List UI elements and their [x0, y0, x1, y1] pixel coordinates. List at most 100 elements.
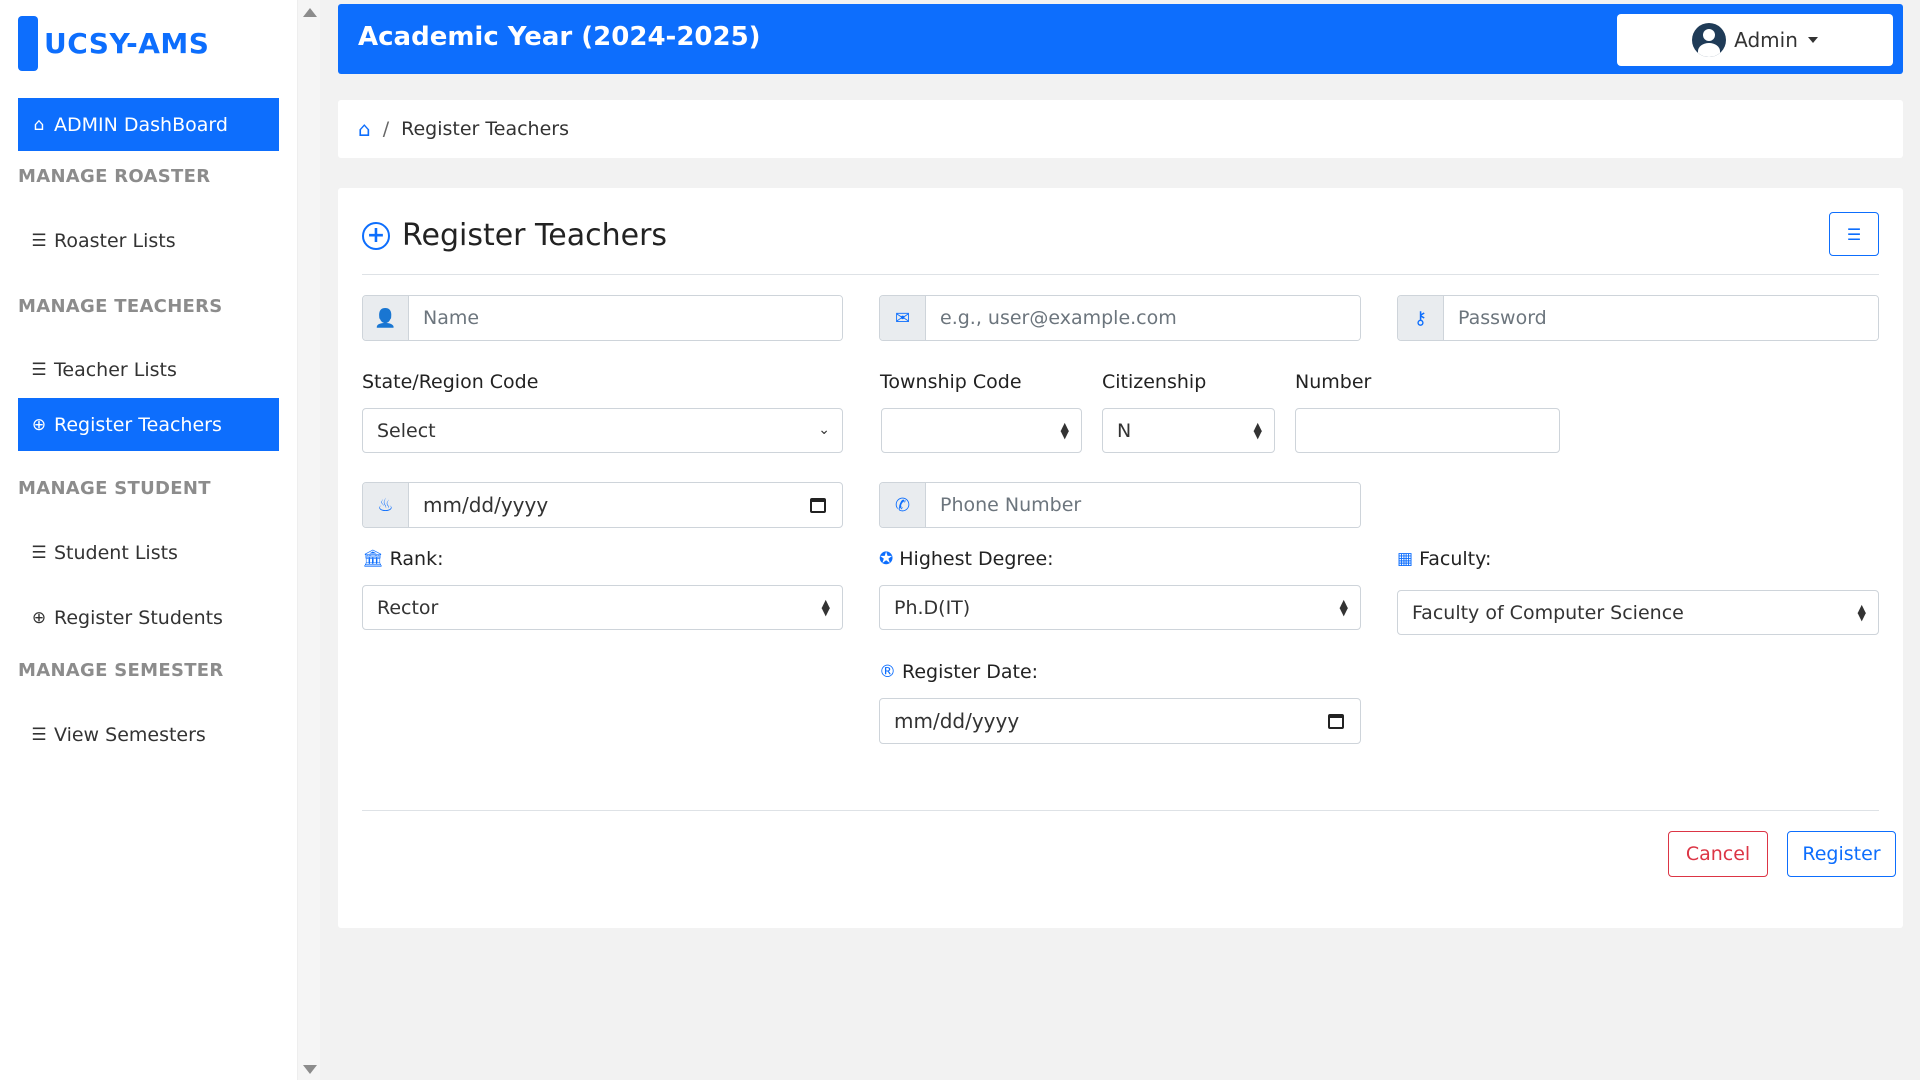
footer-divider	[362, 810, 1879, 811]
faculty-select-value: Faculty of Computer Science	[1412, 601, 1684, 624]
state-select-value: Select	[377, 419, 436, 442]
degree-select-value: Ph.D(IT)	[894, 596, 971, 619]
phone-input[interactable]	[926, 483, 1360, 527]
degree-select[interactable]: Ph.D(IT) ▲ ▼	[879, 585, 1361, 630]
sidebar-item-label: Student Lists	[54, 541, 178, 564]
home-icon[interactable]: ⌂	[358, 117, 371, 141]
register-date-label-wrap: ® Register Date:	[879, 661, 1038, 683]
brand-logo[interactable]: UCSY-AMS	[18, 16, 209, 71]
sort-arrows-icon: ▲ ▼	[1253, 419, 1262, 441]
faculty-label-wrap: ▦ Faculty:	[1397, 548, 1491, 570]
citizenship-label: Citizenship	[1102, 371, 1207, 393]
dob-field-group: ♨ mm/dd/yyyy	[362, 482, 843, 528]
bank-icon: 🏛	[362, 549, 384, 569]
teacher-list-button[interactable]: ☰	[1829, 212, 1879, 256]
header-divider	[362, 274, 1879, 275]
breadcrumb-separator: /	[382, 118, 390, 140]
sidebar-item-register-teachers[interactable]: ⊕ Register Teachers	[18, 398, 279, 451]
degree-label-wrap: ✪ Highest Degree:	[879, 548, 1054, 570]
sidebar-item-dashboard[interactable]: ⌂ ADMIN DashBoard	[18, 98, 279, 151]
rank-label-wrap: 🏛 Rank:	[362, 548, 443, 570]
chevron-down-icon: ⌄	[818, 422, 830, 438]
sidebar-item-student-lists[interactable]: ☰ Student Lists	[18, 526, 279, 579]
user-avatar-icon	[1692, 23, 1727, 57]
section-manage-semester: MANAGE SEMESTER	[18, 660, 224, 681]
birthday-cake-icon: ♨	[363, 483, 409, 527]
sort-arrows-icon: ▲ ▼	[1857, 601, 1866, 623]
list-icon: ☰	[31, 230, 47, 251]
plus-circle-icon: ⊕	[31, 414, 47, 435]
sidebar-scrollbar[interactable]	[298, 0, 320, 1080]
register-teacher-card: + Register Teachers ☰ 👤 ✉ ⚷ State/Region…	[338, 188, 1903, 928]
citizenship-select[interactable]: N ▲ ▼	[1102, 408, 1275, 453]
admin-label: Admin	[1734, 28, 1798, 52]
list-icon: ☰	[31, 542, 47, 563]
calendar-icon[interactable]	[1328, 713, 1344, 729]
sort-arrows-icon: ▲ ▼	[1060, 419, 1069, 441]
register-date-group: mm/dd/yyyy	[879, 698, 1361, 744]
brand-bar	[18, 16, 38, 71]
township-code-select[interactable]: ▲ ▼	[881, 408, 1082, 453]
breadcrumb-current: Register Teachers	[401, 118, 569, 140]
degree-label: Highest Degree:	[899, 548, 1054, 570]
sidebar-item-label: View Semesters	[54, 723, 206, 746]
section-manage-roaster: MANAGE ROASTER	[18, 166, 211, 187]
key-icon: ⚷	[1398, 296, 1444, 340]
sidebar-item-label: Teacher Lists	[54, 358, 177, 381]
register-date-label: Register Date:	[902, 661, 1039, 683]
sidebar-item-view-semesters[interactable]: ☰ View Semesters	[18, 708, 279, 761]
password-input[interactable]	[1444, 296, 1878, 340]
admin-dropdown-button[interactable]: Admin	[1617, 14, 1893, 66]
brand-name: UCSY-AMS	[44, 27, 210, 60]
sidebar-item-roaster-lists[interactable]: ☰ Roaster Lists	[18, 214, 279, 267]
cancel-button[interactable]: Cancel	[1668, 831, 1768, 877]
scroll-up-icon[interactable]	[303, 8, 317, 17]
form-title: Register Teachers	[402, 218, 668, 253]
township-label: Township Code	[880, 371, 1022, 393]
rank-select[interactable]: Rector ▲ ▼	[362, 585, 843, 630]
top-header: Academic Year (2024-2025) Admin	[338, 4, 1903, 74]
award-icon: ✪	[879, 549, 894, 569]
list-icon: ☰	[1846, 224, 1862, 244]
card-title: + Register Teachers	[362, 218, 667, 253]
phone-field-group: ✆	[879, 482, 1361, 528]
password-field-group: ⚷	[1397, 295, 1879, 341]
rank-select-value: Rector	[377, 596, 439, 619]
rank-label: Rank:	[389, 548, 444, 570]
envelope-icon: ✉	[880, 296, 926, 340]
faculty-label: Faculty:	[1419, 548, 1492, 570]
citizenship-select-value: N	[1117, 419, 1132, 442]
plus-circle-icon: +	[362, 221, 390, 250]
section-manage-student: MANAGE STUDENT	[18, 478, 211, 499]
number-input[interactable]	[1295, 408, 1560, 453]
user-icon: 👤	[363, 296, 409, 340]
caret-down-icon	[1807, 37, 1818, 43]
section-manage-teachers: MANAGE TEACHERS	[18, 296, 223, 317]
list-icon: ☰	[31, 359, 47, 380]
scroll-down-icon[interactable]	[303, 1065, 317, 1074]
state-region-select[interactable]: Select ⌄	[362, 408, 843, 453]
home-icon: ⌂	[33, 114, 45, 135]
register-button[interactable]: Register	[1787, 831, 1896, 877]
list-icon: ☰	[31, 724, 47, 745]
phone-icon: ✆	[880, 483, 926, 527]
academic-year-title: Academic Year (2024-2025)	[358, 22, 761, 52]
sidebar-item-teacher-lists[interactable]: ☰ Teacher Lists	[18, 343, 279, 396]
sidebar-item-register-students[interactable]: ⊕ Register Students	[18, 591, 279, 644]
dob-date-input[interactable]: mm/dd/yyyy	[409, 483, 810, 527]
calendar-icon[interactable]	[810, 497, 826, 513]
faculty-select[interactable]: Faculty of Computer Science ▲ ▼	[1397, 590, 1879, 635]
sidebar-item-label: Register Teachers	[54, 413, 222, 436]
breadcrumb: ⌂ / Register Teachers	[338, 100, 1903, 158]
email-field-group: ✉	[879, 295, 1361, 341]
state-label: State/Region Code	[362, 371, 539, 393]
registered-icon: ®	[879, 662, 896, 682]
email-input[interactable]	[926, 296, 1360, 340]
number-label: Number	[1295, 371, 1372, 393]
sidebar: UCSY-AMS ⌂ ADMIN DashBoard MANAGE ROASTE…	[0, 0, 298, 1080]
sort-arrows-icon: ▲ ▼	[1339, 596, 1348, 618]
name-field-group: 👤	[362, 295, 843, 341]
register-date-input[interactable]: mm/dd/yyyy	[880, 699, 1328, 743]
name-input[interactable]	[409, 296, 842, 340]
sidebar-item-label: ADMIN DashBoard	[54, 113, 228, 136]
